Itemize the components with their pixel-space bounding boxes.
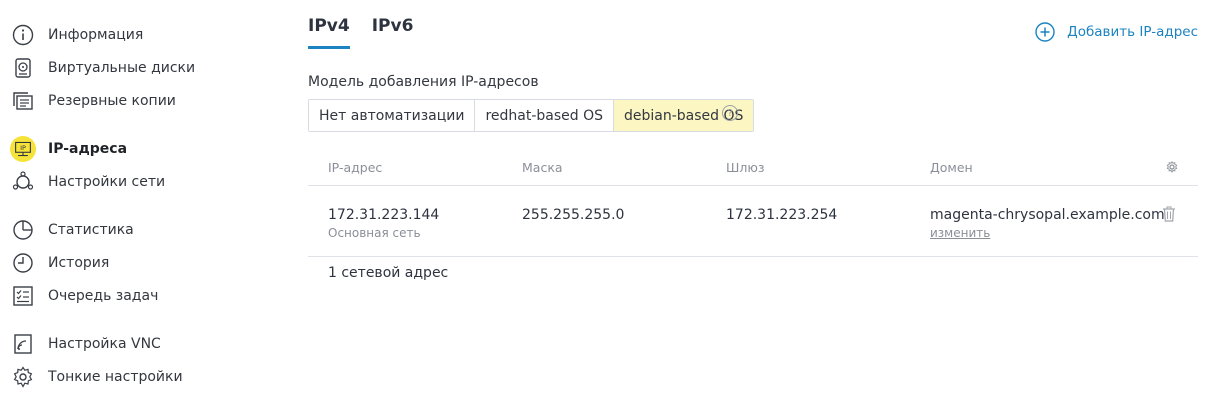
disk-icon <box>10 55 36 81</box>
column-ip[interactable]: IP-адрес <box>328 160 382 175</box>
plus-circle-icon <box>1035 22 1055 42</box>
sidebar-item-vnc[interactable]: Настройка VNC <box>10 329 161 359</box>
tab-ipv6[interactable]: IPv6 <box>372 16 414 49</box>
model-selector: Нет автоматизации redhat-based OS debian… <box>308 99 755 132</box>
column-mask[interactable]: Маска <box>522 160 563 175</box>
sidebar-item-label: Статистика <box>48 222 134 238</box>
change-domain-link[interactable]: изменить <box>930 226 990 240</box>
gateway-value: 172.31.223.254 <box>726 207 838 223</box>
vnc-icon <box>10 331 36 357</box>
info-icon <box>10 22 36 48</box>
tab-ipv4[interactable]: IPv4 <box>308 16 350 49</box>
model-option-redhat[interactable]: redhat-based OS <box>475 100 615 131</box>
mask-value: 255.255.255.0 <box>522 207 625 223</box>
sidebar-item-virtual-disks[interactable]: Виртуальные диски <box>10 53 195 83</box>
model-label: Модель добавления IP-адресов <box>308 74 539 90</box>
sidebar-item-statistics[interactable]: Статистика <box>10 215 134 245</box>
sidebar-item-backups[interactable]: Резервные копии <box>10 86 176 116</box>
sidebar-item-ip-addresses[interactable]: IP IP-адреса <box>10 134 127 164</box>
network-icon <box>10 169 36 195</box>
backup-icon <box>10 88 36 114</box>
fine-tune-icon <box>10 364 36 390</box>
help-icon[interactable]: ? <box>722 105 738 121</box>
sidebar: Информация Виртуальные диски Резервные к… <box>0 0 250 409</box>
sidebar-item-fine-tune[interactable]: Тонкие настройки <box>10 362 183 392</box>
sidebar-item-info[interactable]: Информация <box>10 20 143 50</box>
address-count: 1 сетевой адрес <box>328 265 449 281</box>
sidebar-item-label: Очередь задач <box>48 288 159 304</box>
sidebar-item-task-queue[interactable]: Очередь задач <box>10 281 158 311</box>
sidebar-item-label: Настройка VNC <box>48 336 161 352</box>
trash-icon[interactable] <box>1162 206 1176 222</box>
gear-icon[interactable] <box>1166 161 1178 173</box>
history-icon <box>10 250 36 276</box>
table-header: IP-адрес Маска Шлюз Домен <box>308 150 1198 186</box>
ip-version-tabs: IPv4 IPv6 <box>308 16 435 49</box>
ip-icon: IP <box>10 136 36 162</box>
sidebar-item-label: Информация <box>48 27 144 43</box>
svg-text:IP: IP <box>20 144 26 152</box>
model-option-no-automation[interactable]: Нет автоматизации <box>309 100 476 131</box>
sidebar-item-label: Резервные копии <box>48 93 176 109</box>
add-ip-button[interactable]: Добавить IP-адрес <box>1035 22 1198 42</box>
ip-table: IP-адрес Маска Шлюз Домен 172.31.223.144… <box>308 150 1198 257</box>
sidebar-item-label: История <box>48 255 110 271</box>
table-row[interactable]: 172.31.223.144 Основная сеть 255.255.255… <box>308 186 1198 257</box>
sidebar-item-label: IP-адреса <box>48 141 128 157</box>
task-queue-icon <box>10 283 36 309</box>
network-name: Основная сеть <box>328 226 421 240</box>
ip-value: 172.31.223.144 <box>328 207 440 223</box>
sidebar-item-label: Настройки сети <box>48 174 166 190</box>
add-ip-label: Добавить IP-адрес <box>1067 24 1198 40</box>
sidebar-item-label: Виртуальные диски <box>48 60 196 76</box>
column-gateway[interactable]: Шлюз <box>726 160 765 175</box>
column-domain[interactable]: Домен <box>930 160 973 175</box>
stats-icon <box>10 217 36 243</box>
main-content: IPv4 IPv6 Добавить IP-адрес Модель добав… <box>308 0 1198 409</box>
sidebar-item-label: Тонкие настройки <box>48 369 183 385</box>
sidebar-item-history[interactable]: История <box>10 248 109 278</box>
sidebar-item-network-settings[interactable]: Настройки сети <box>10 167 165 197</box>
domain-value: magenta-chrysopal.example.com <box>930 207 1165 223</box>
